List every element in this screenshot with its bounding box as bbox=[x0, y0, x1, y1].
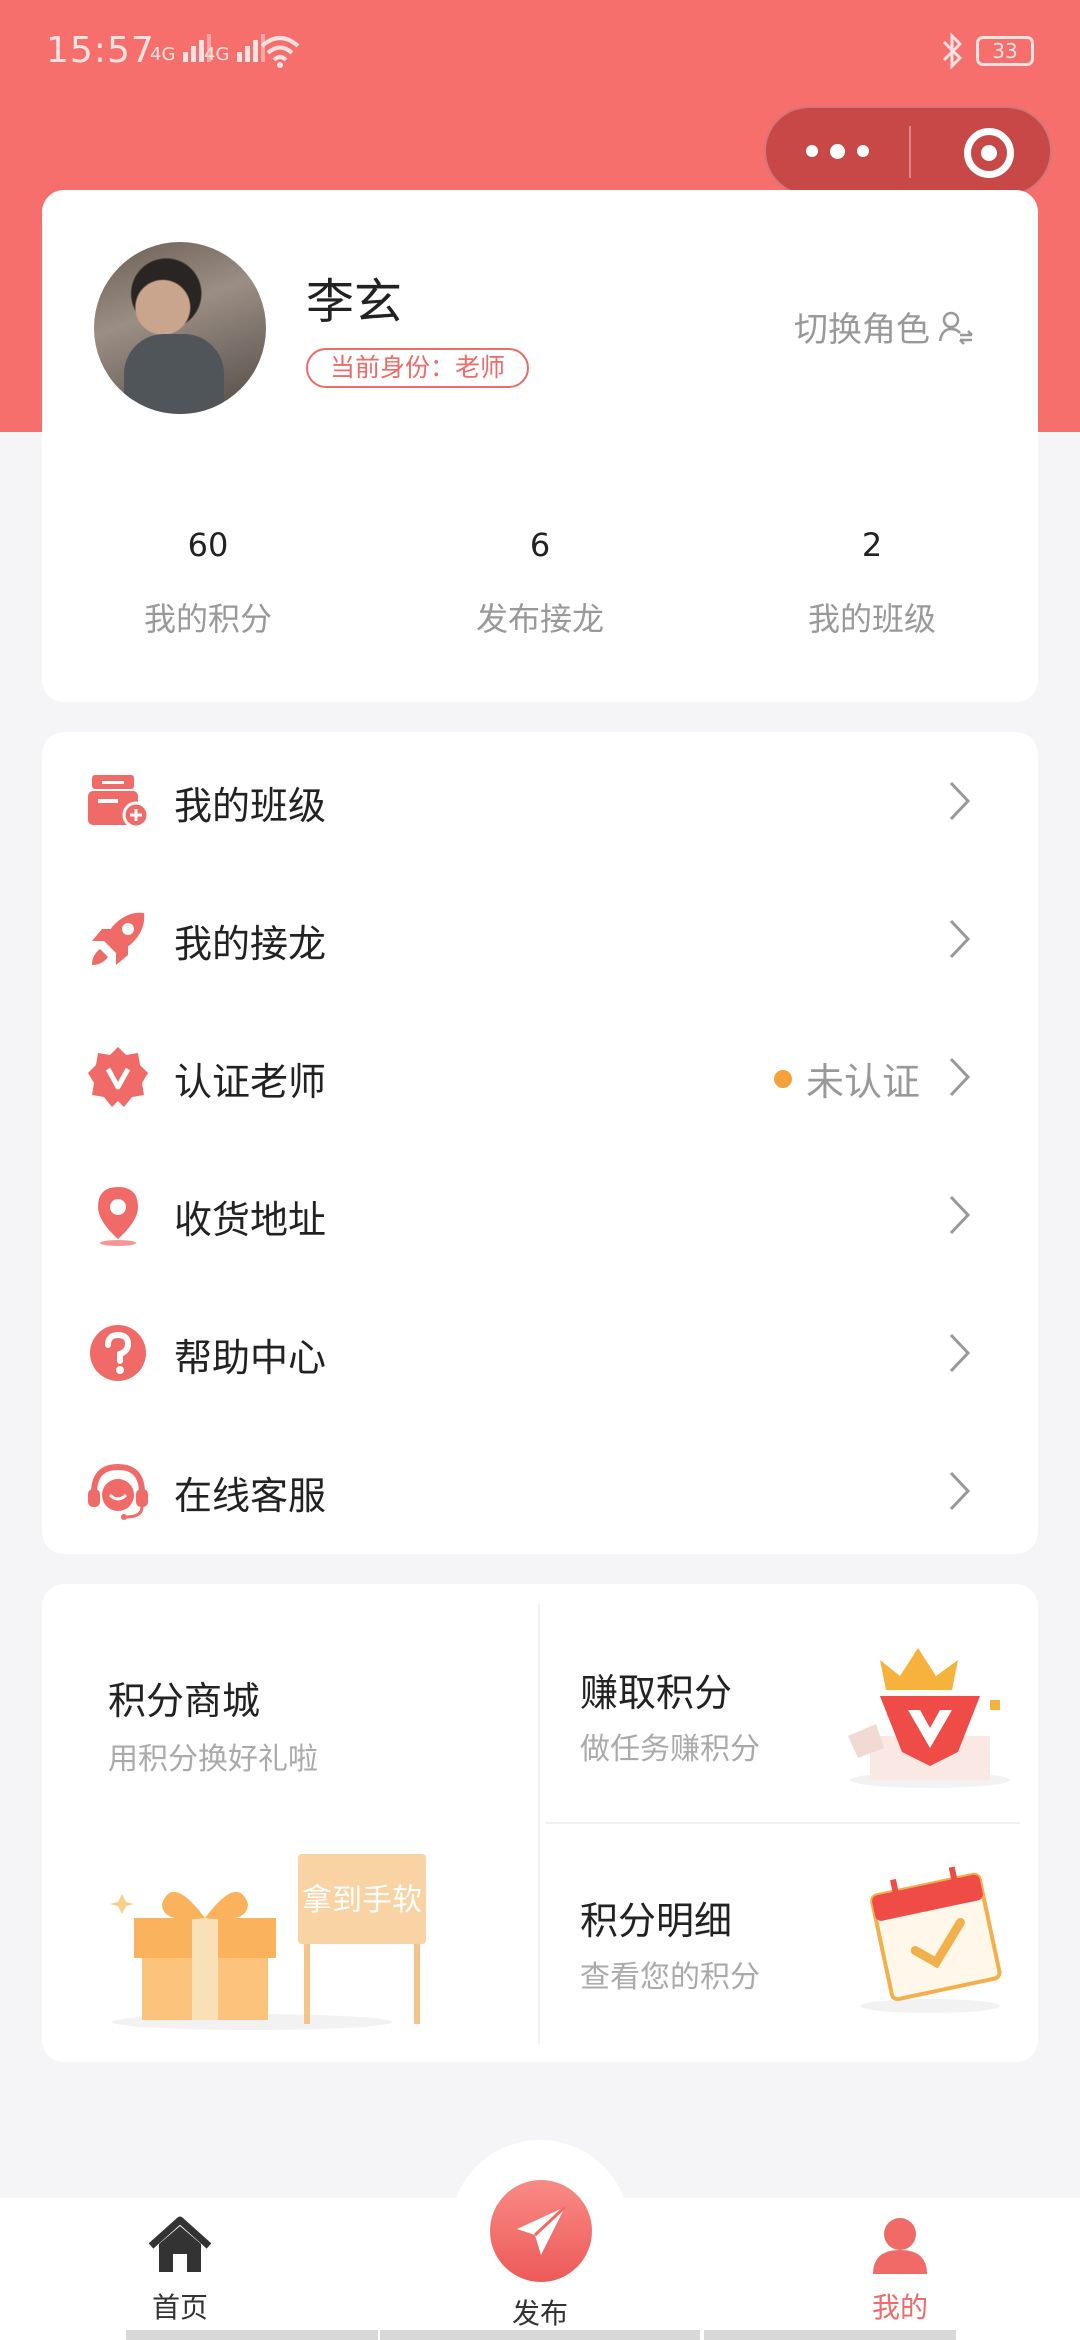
points-mall-subtitle: 用积分换好礼啦 bbox=[108, 1742, 318, 1777]
menu-label: 认证老师 bbox=[174, 1060, 327, 1104]
home-indicator bbox=[704, 2330, 956, 2340]
switch-user-icon bbox=[938, 311, 973, 345]
menu-item-verify-teacher[interactable]: 认证老师 未认证 bbox=[42, 1008, 1038, 1146]
menu-item-customer-service[interactable]: 在线客服 bbox=[42, 1422, 1038, 1560]
signal-icon: 4G bbox=[204, 34, 266, 65]
stat-published[interactable]: 6 发布接龙 bbox=[374, 526, 706, 640]
stat-classes[interactable]: 2 我的班级 bbox=[706, 526, 1038, 640]
switch-role-button[interactable]: 切换角色 bbox=[794, 302, 974, 351]
stat-value: 60 bbox=[187, 526, 229, 564]
capsule-menu bbox=[764, 106, 1052, 196]
help-icon bbox=[90, 1325, 146, 1381]
status-dot bbox=[774, 1069, 792, 1088]
chevron-right-icon bbox=[949, 1195, 971, 1235]
menu-item-address[interactable]: 收货地址 bbox=[42, 1146, 1038, 1284]
verified-badge-icon bbox=[88, 1047, 148, 1107]
tab-home[interactable]: 首页 bbox=[90, 2214, 270, 2326]
headset-icon bbox=[88, 1463, 148, 1520]
wifi-icon bbox=[260, 36, 300, 68]
menu-label: 帮助中心 bbox=[174, 1336, 327, 1380]
battery-level: 33 bbox=[992, 39, 1018, 63]
menu-label: 我的接龙 bbox=[174, 922, 327, 966]
earn-points-subtitle: 做任务赚积分 bbox=[580, 1732, 760, 1767]
user-icon bbox=[873, 2218, 927, 2274]
capsule-divider bbox=[909, 126, 911, 178]
points-detail-title: 积分明细 bbox=[580, 1899, 733, 1943]
gift-sign-label: 拿到手软 bbox=[302, 1883, 422, 1918]
gift-box-icon: 拿到手软 bbox=[110, 1854, 426, 2030]
switch-role-label: 切换角色 bbox=[794, 310, 930, 350]
chevron-right-icon bbox=[949, 1471, 971, 1511]
location-pin-icon bbox=[98, 1187, 138, 1246]
tab-label: 首页 bbox=[151, 2291, 208, 2324]
tab-publish[interactable]: 发布 bbox=[450, 2286, 630, 2332]
stats-row: 60 我的积分 6 发布接龙 2 我的班级 bbox=[42, 526, 1038, 640]
points-mall-title: 积分商城 bbox=[108, 1679, 261, 1723]
tab-label: 我的 bbox=[871, 2291, 928, 2324]
signal-label: 4G bbox=[204, 44, 230, 65]
chevron-right-icon bbox=[949, 919, 971, 959]
more-icon[interactable] bbox=[766, 108, 909, 194]
treasure-gift-icon bbox=[848, 1648, 1010, 1788]
points-card: 积分商城 用积分换好礼啦 拿到手软 赚取积分 做任务赚积分 积分明细 查看您的积… bbox=[42, 1584, 1038, 2062]
home-indicator bbox=[126, 2330, 378, 2340]
stat-label: 发布接龙 bbox=[475, 600, 604, 638]
identity-badge: 当前身份：老师 bbox=[306, 348, 530, 388]
menu-label: 我的班级 bbox=[174, 784, 327, 828]
chevron-right-icon bbox=[949, 1333, 971, 1373]
chevron-right-icon bbox=[949, 781, 971, 821]
signal-icon: 4G bbox=[150, 34, 212, 65]
stat-value: 6 bbox=[529, 526, 551, 564]
earn-points-tile[interactable]: 赚取积分 做任务赚积分 bbox=[540, 1584, 1038, 1822]
verification-status: 未认证 bbox=[774, 1051, 920, 1106]
verification-status-label: 未认证 bbox=[806, 1060, 921, 1104]
close-miniprogram-icon[interactable] bbox=[964, 128, 1014, 178]
menu-label: 收货地址 bbox=[174, 1198, 327, 1242]
user-name: 李玄 bbox=[306, 274, 403, 330]
points-detail-subtitle: 查看您的积分 bbox=[580, 1960, 760, 1995]
tab-label: 发布 bbox=[511, 2297, 568, 2330]
menu-item-help[interactable]: 帮助中心 bbox=[42, 1284, 1038, 1422]
status-time: 15:57 bbox=[46, 30, 155, 71]
menu-card: 我的班级 我的接龙 认证老师 未认证 收货地址 帮助中心 在线客服 bbox=[42, 732, 1038, 1554]
chevron-right-icon bbox=[949, 1057, 971, 1097]
points-detail-tile[interactable]: 积分明细 查看您的积分 bbox=[540, 1824, 1038, 2062]
tab-mine[interactable]: 我的 bbox=[810, 2214, 990, 2326]
stat-label: 我的班级 bbox=[807, 600, 936, 638]
stat-value: 2 bbox=[861, 526, 883, 564]
home-icon bbox=[148, 2216, 212, 2272]
signal-label: 4G bbox=[150, 44, 176, 65]
points-mall-tile[interactable]: 积分商城 用积分换好礼啦 拿到手软 bbox=[42, 1584, 538, 2062]
bluetooth-icon bbox=[942, 32, 963, 70]
avatar[interactable] bbox=[94, 242, 266, 414]
home-indicator bbox=[380, 2330, 700, 2340]
menu-label: 在线客服 bbox=[174, 1474, 327, 1518]
stat-label: 我的积分 bbox=[143, 600, 272, 638]
publish-fab-button[interactable] bbox=[490, 2180, 592, 2282]
stat-points[interactable]: 60 我的积分 bbox=[42, 526, 374, 640]
rocket-icon bbox=[92, 912, 145, 965]
menu-item-my-jielong[interactable]: 我的接龙 bbox=[42, 870, 1038, 1008]
calendar-check-icon bbox=[860, 1866, 1002, 2013]
menu-item-my-classes[interactable]: 我的班级 bbox=[42, 732, 1038, 870]
earn-points-title: 赚取积分 bbox=[580, 1671, 733, 1715]
status-bar: 15:57 4G 4G 33 bbox=[0, 0, 1080, 104]
paper-plane-icon bbox=[517, 2205, 567, 2255]
battery-icon: 33 bbox=[976, 36, 1034, 66]
class-add-icon bbox=[88, 775, 150, 829]
profile-card: 李玄 当前身份：老师 切换角色 60 我的积分 6 发布接龙 2 我的班级 bbox=[42, 190, 1038, 702]
